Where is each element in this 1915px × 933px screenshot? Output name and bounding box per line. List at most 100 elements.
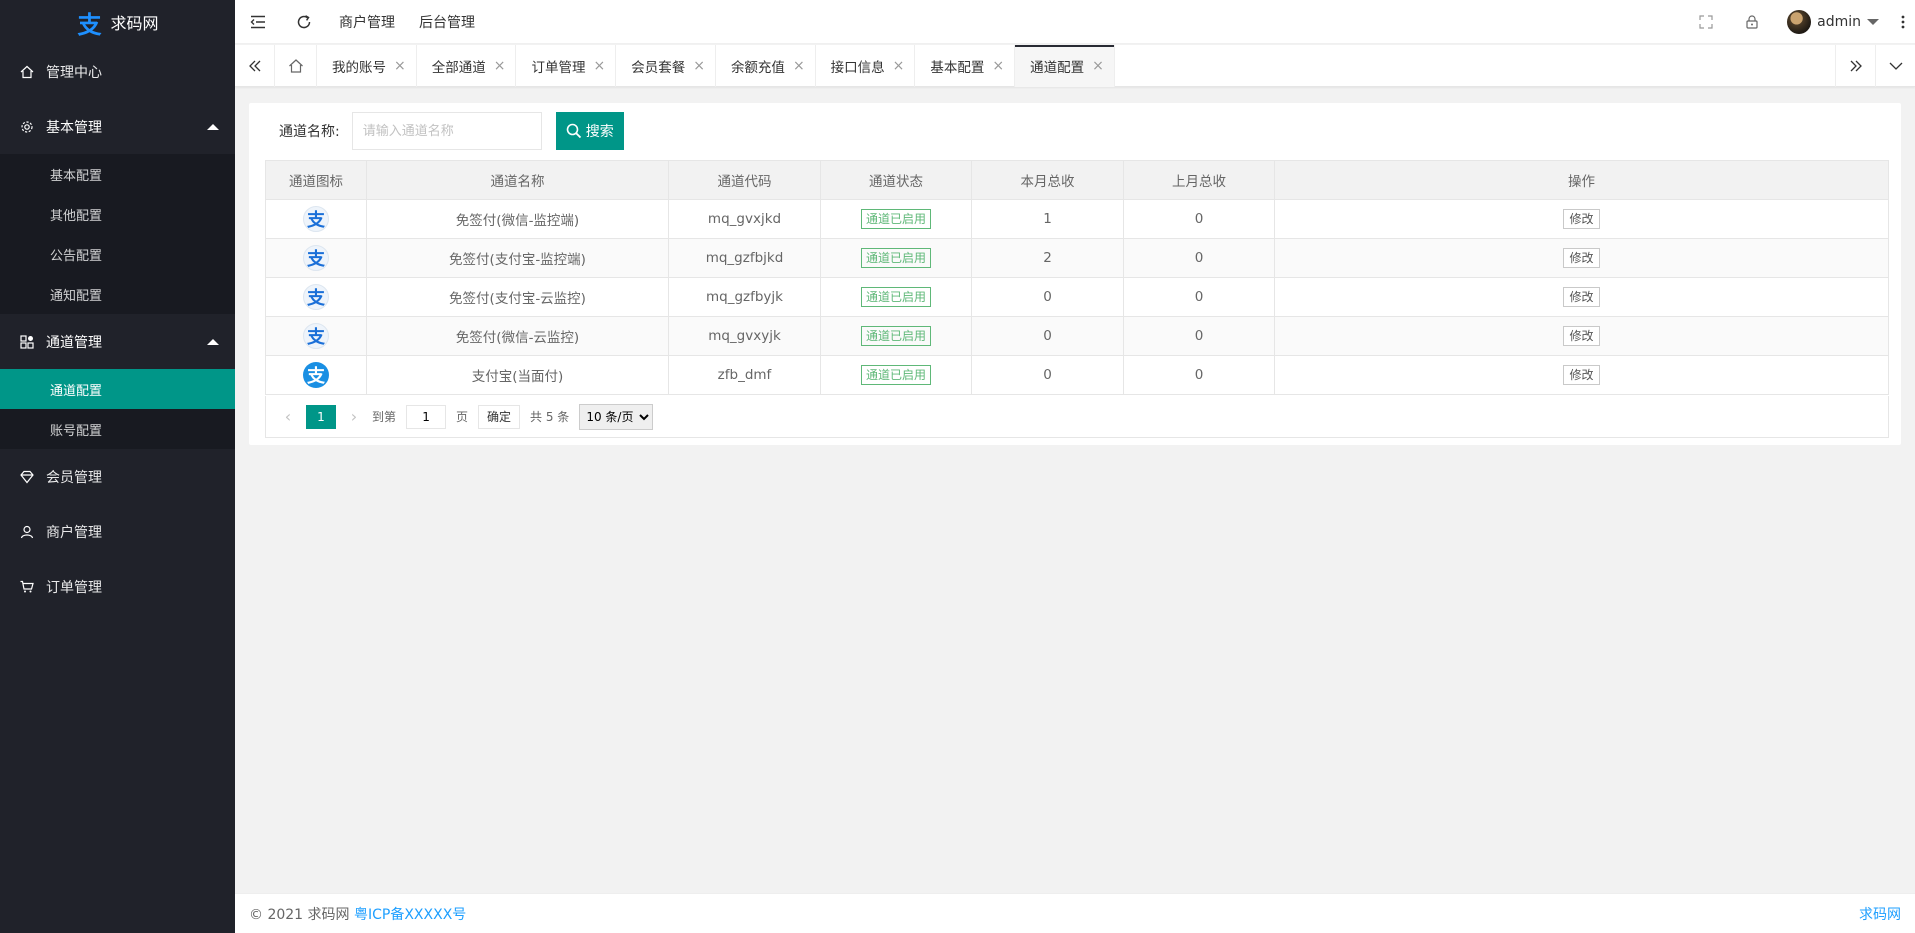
sidebar-subitem-channel-config[interactable]: 通道配置 <box>0 369 235 409</box>
alipay-icon: 支 <box>303 206 329 232</box>
tab-label: 接口信息 <box>830 60 885 76</box>
cell-name: 免签付(支付宝-云监控) <box>366 277 669 317</box>
table-row: 支 免签付(微信-监控端) mq_gvxjkd 通道已启用 1 0 修改 <box>265 199 1889 239</box>
apps-icon <box>20 334 34 349</box>
page-size-select[interactable]: 10 条/页 <box>579 403 654 430</box>
tabs-right-controls <box>1835 45 1915 87</box>
tab-member-plans[interactable]: 会员套餐 × <box>616 45 716 87</box>
current-page[interactable]: 1 <box>306 404 336 429</box>
sidebar-item-label: 商户管理 <box>46 524 102 541</box>
sidebar-item-dashboard[interactable]: 管理中心 <box>0 44 235 99</box>
header-link-admin[interactable]: 后台管理 <box>407 12 487 32</box>
edit-button[interactable]: 修改 <box>1563 209 1600 229</box>
refresh-icon[interactable] <box>281 0 327 44</box>
alipay-icon: 支 <box>303 284 329 310</box>
caret-up-icon <box>207 338 219 345</box>
goto-page-input[interactable] <box>406 404 447 429</box>
prev-page-icon[interactable]: ‹ <box>280 407 296 426</box>
sidebar-item-label: 管理中心 <box>46 64 102 81</box>
tab-api-info[interactable]: 接口信息 × <box>816 45 916 87</box>
cell-code: mq_gvxyjk <box>668 316 821 356</box>
tabs-scroll-left-icon[interactable] <box>235 45 275 87</box>
close-icon[interactable]: × <box>893 58 905 74</box>
lock-icon[interactable] <box>1729 0 1775 44</box>
tab-orders[interactable]: 订单管理 × <box>516 45 617 87</box>
submenu-channel: 通道配置 账号配置 <box>0 369 235 449</box>
copyright: © 2021 求码网 <box>249 906 350 923</box>
home-icon <box>20 65 34 79</box>
edit-button[interactable]: 修改 <box>1563 287 1600 307</box>
tab-home-icon[interactable] <box>275 45 317 87</box>
close-icon[interactable]: × <box>693 58 705 74</box>
cell-this-month: 1 <box>971 199 1124 239</box>
tab-basic-config[interactable]: 基本配置 × <box>915 45 1016 87</box>
sidebar-item-merchant-management[interactable]: 商户管理 <box>0 504 235 559</box>
tab-my-account[interactable]: 我的账号 × <box>317 45 417 87</box>
cell-code: zfb_dmf <box>668 355 821 395</box>
logo[interactable]: 支 求码网 <box>0 0 235 44</box>
header-link-merchant[interactable]: 商户管理 <box>327 12 407 32</box>
cell-name: 免签付(微信-监控端) <box>366 199 669 239</box>
sidebar-item-basic-management[interactable]: 基本管理 <box>0 99 235 154</box>
status-badge: 通道已启用 <box>860 365 931 385</box>
edit-button[interactable]: 修改 <box>1563 248 1600 268</box>
close-icon[interactable]: × <box>593 58 605 74</box>
goto-confirm-button[interactable]: 确定 <box>478 404 521 429</box>
more-vertical-icon[interactable] <box>1891 0 1915 44</box>
gear-icon <box>20 120 34 134</box>
sidebar-subitem-other-config[interactable]: 其他配置 <box>0 194 235 234</box>
cell-this-month: 0 <box>971 355 1124 395</box>
status-badge: 通道已启用 <box>860 248 931 268</box>
status-badge: 通道已启用 <box>860 209 931 229</box>
col-header-actions: 操作 <box>1274 160 1889 200</box>
page-unit-label: 页 <box>456 410 469 424</box>
tabs-scroll-right-icon[interactable] <box>1835 45 1875 87</box>
close-icon[interactable]: × <box>992 58 1004 74</box>
cell-code: mq_gzfbjkd <box>668 238 821 278</box>
tab-all-channels[interactable]: 全部通道 × <box>417 45 517 87</box>
close-icon[interactable]: × <box>1092 58 1104 74</box>
fullscreen-icon[interactable] <box>1683 0 1729 44</box>
sidebar-item-channel-management[interactable]: 通道管理 <box>0 314 235 369</box>
col-header-this-month: 本月总收 <box>971 160 1124 200</box>
sidebar-subitem-notice-config[interactable]: 公告配置 <box>0 234 235 274</box>
close-icon[interactable]: × <box>394 58 406 74</box>
sidebar-item-member-management[interactable]: 会员管理 <box>0 449 235 504</box>
close-icon[interactable]: × <box>793 58 805 74</box>
channel-name-input[interactable] <box>351 112 542 150</box>
footer-brand-link[interactable]: 求码网 <box>1859 904 1901 924</box>
edit-button[interactable]: 修改 <box>1563 365 1600 385</box>
sidebar-subitem-account-config[interactable]: 账号配置 <box>0 409 235 449</box>
status-badge: 通道已启用 <box>860 326 931 346</box>
cell-last-month: 0 <box>1123 277 1275 317</box>
col-header-code: 通道代码 <box>668 160 821 200</box>
search-button[interactable]: 搜索 <box>555 112 624 150</box>
icp-link[interactable]: 粤ICP备XXXXX号 <box>354 907 466 923</box>
sidebar-item-label: 会员管理 <box>46 469 102 486</box>
sidebar-subitem-notify-config[interactable]: 通知配置 <box>0 274 235 314</box>
caret-up-icon <box>207 123 219 130</box>
sidebar-subitem-basic-config[interactable]: 基本配置 <box>0 154 235 194</box>
edit-button[interactable]: 修改 <box>1563 326 1600 346</box>
collapse-sidebar-icon[interactable] <box>235 0 281 44</box>
sidebar-item-order-management[interactable]: 订单管理 <box>0 559 235 614</box>
username: admin <box>1817 14 1861 30</box>
tabs-menu-chevron-down-icon[interactable] <box>1875 45 1915 87</box>
user-menu[interactable]: admin <box>1775 10 1891 34</box>
search-button-label: 搜索 <box>585 124 614 140</box>
cell-last-month: 0 <box>1123 199 1275 239</box>
tab-label: 余额充值 <box>730 60 785 76</box>
user-icon <box>20 525 34 539</box>
top-header: 商户管理 后台管理 admin <box>235 0 1915 44</box>
close-icon[interactable]: × <box>494 58 506 74</box>
footer: © 2021 求码网 粤ICP备XXXXX号 求码网 <box>235 893 1915 933</box>
tab-channel-config[interactable]: 通道配置 × <box>1015 45 1115 87</box>
tab-balance-recharge[interactable]: 余额充值 × <box>716 45 816 87</box>
next-page-icon[interactable]: › <box>346 407 362 426</box>
tab-label: 订单管理 <box>531 60 586 76</box>
diamond-icon <box>20 470 34 484</box>
total-count: 共 5 条 <box>530 410 570 424</box>
cart-icon <box>20 580 34 594</box>
brand-name: 求码网 <box>110 14 159 33</box>
avatar <box>1787 10 1812 34</box>
